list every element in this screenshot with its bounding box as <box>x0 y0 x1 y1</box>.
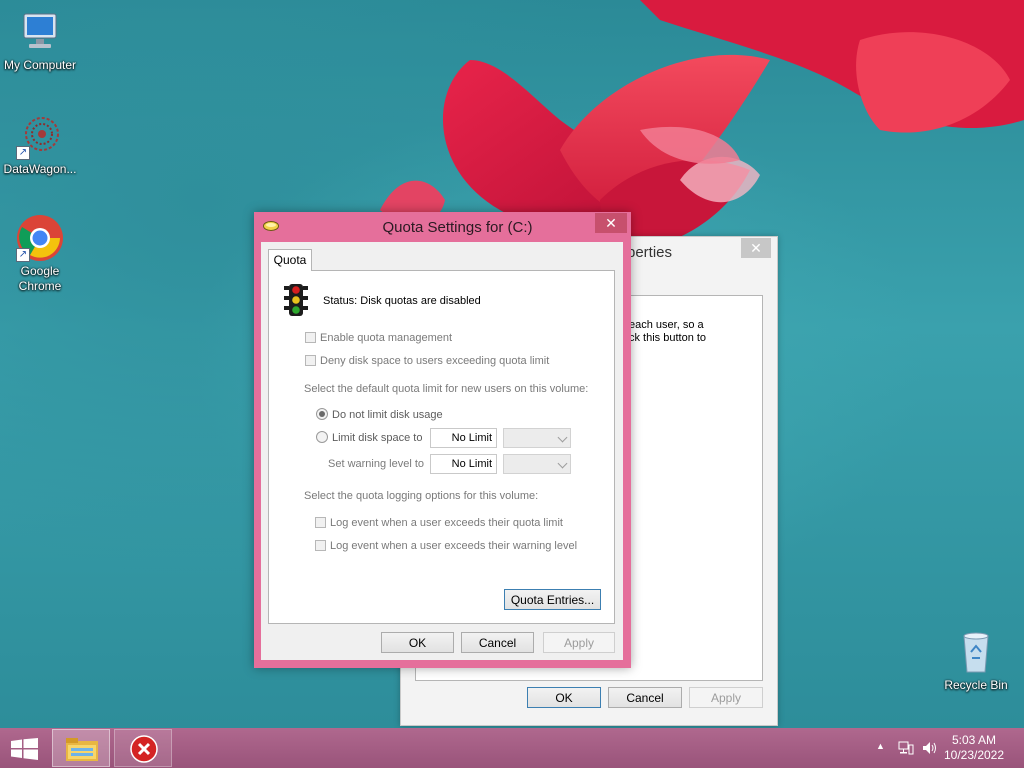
limit-radio[interactable] <box>316 431 328 443</box>
network-icon[interactable] <box>898 741 914 755</box>
shortcut-arrow-icon: ↗ <box>16 248 30 262</box>
log-warning-checkbox[interactable] <box>315 540 326 551</box>
deny-space-checkbox[interactable] <box>305 355 316 366</box>
no-limit-radio[interactable] <box>316 408 328 420</box>
windows-logo-icon <box>11 738 38 760</box>
properties-cancel-button[interactable]: Cancel <box>608 687 682 708</box>
shortcut-arrow-icon: ↗ <box>16 146 30 160</box>
properties-apply-button[interactable]: Apply <box>689 687 763 708</box>
start-button[interactable] <box>0 729 48 767</box>
desktop-icon-label: Recycle Bin <box>944 678 1008 692</box>
chevron-down-icon <box>557 458 568 469</box>
computer-icon <box>16 8 64 56</box>
properties-ok-button[interactable]: OK <box>527 687 601 708</box>
clock-date: 10/23/2022 <box>943 748 1005 762</box>
chevron-down-icon <box>557 432 568 443</box>
limit-unit-select[interactable] <box>503 428 571 448</box>
traffic-light-icon <box>284 284 308 316</box>
log-limit-label: Log event when a user exceeds their quot… <box>330 517 563 529</box>
log-limit-checkbox[interactable] <box>315 517 326 528</box>
quota-dialog-client: Quota Status: Disk quotas are disabled E… <box>261 242 623 660</box>
close-icon[interactable]: ✕ <box>595 213 627 233</box>
quota-entries-button[interactable]: Quota Entries... <box>504 589 601 610</box>
datawagon-icon: ↗ <box>16 112 64 160</box>
log-warning-label: Log event when a user exceeds their warn… <box>330 540 578 552</box>
quota-status-text: Status: Disk quotas are disabled <box>323 295 481 307</box>
default-limit-heading: Select the default quota limit for new u… <box>304 383 589 395</box>
chrome-icon: ↗ <box>16 214 64 262</box>
desktop-icon-label: Google Chrome <box>18 264 62 293</box>
logging-heading: Select the quota logging options for thi… <box>304 490 539 502</box>
enable-quota-label: Enable quota management <box>320 332 453 344</box>
enable-quota-checkbox[interactable] <box>305 332 316 343</box>
tab-quota[interactable]: Quota <box>268 249 312 271</box>
taskbar-file-explorer[interactable] <box>52 729 110 767</box>
quota-settings-dialog: Quota Settings for (C:) ✕ Quota Status: … <box>254 212 631 668</box>
cancel-button[interactable]: Cancel <box>461 632 534 653</box>
apply-button[interactable]: Apply <box>543 632 615 653</box>
desktop-icon-label: DataWagon... <box>3 162 77 176</box>
close-icon[interactable]: ✕ <box>741 238 771 258</box>
system-tray: ▲ <box>870 728 940 768</box>
quota-tab-panel: Status: Disk quotas are disabled Enable … <box>268 270 615 624</box>
warning-value-field[interactable]: No Limit <box>430 454 497 474</box>
quota-dialog-title: Quota Settings for (C:) <box>382 219 533 236</box>
no-limit-radio-label: Do not limit disk usage <box>332 409 443 421</box>
desktop: My Computer ↗ DataWagon... ↗ Google Chro… <box>0 0 1024 728</box>
properties-text-line: each user, so a <box>629 319 704 331</box>
properties-description: each user, so a ck this button to <box>629 319 706 345</box>
warning-unit-select[interactable] <box>503 454 571 474</box>
desktop-icon-google-chrome[interactable]: ↗ Google Chrome <box>0 214 80 294</box>
properties-text-line: ck this button to <box>629 332 707 344</box>
taskbar: ▲ 5:03 AM 10/23/2022 <box>0 728 1024 768</box>
recycle-bin-icon <box>952 628 1000 676</box>
deny-space-label: Deny disk space to users exceeding quota… <box>320 355 550 367</box>
error-icon <box>130 735 158 763</box>
properties-title: perties <box>627 244 673 261</box>
taskbar-clock[interactable]: 5:03 AM 10/23/2022 <box>934 733 1014 763</box>
chevron-up-icon[interactable]: ▲ <box>876 741 885 751</box>
quota-title-bar[interactable]: Quota Settings for (C:) ✕ <box>254 212 631 242</box>
desktop-icon-label: My Computer <box>3 58 77 72</box>
ok-button[interactable]: OK <box>381 632 454 653</box>
desktop-icon-recycle-bin[interactable]: Recycle Bin <box>936 628 1016 693</box>
taskbar-error-app[interactable] <box>114 729 172 767</box>
folder-icon <box>66 738 98 761</box>
warning-level-label: Set warning level to <box>328 458 424 470</box>
limit-radio-label: Limit disk space to <box>332 432 423 444</box>
desktop-icon-datawagon[interactable]: ↗ DataWagon... <box>0 112 80 177</box>
desktop-icon-my-computer[interactable]: My Computer <box>0 8 80 73</box>
limit-value-field[interactable]: No Limit <box>430 428 497 448</box>
clock-time: 5:03 AM <box>951 733 997 747</box>
